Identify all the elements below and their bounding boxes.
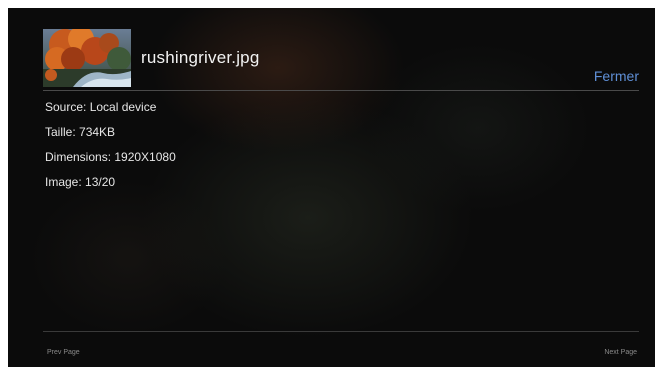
header-divider xyxy=(43,90,639,91)
image-thumbnail xyxy=(43,29,131,87)
file-name-title: rushingriver.jpg xyxy=(141,48,260,67)
close-button[interactable]: Fermer xyxy=(594,68,639,84)
source-info: Source: Local device xyxy=(45,100,157,114)
image-index-info: Image: 13/20 xyxy=(45,175,116,189)
size-info: Taille: 734KB xyxy=(45,125,116,139)
info-screen: rushingriver.jpg Fermer Source: Local de… xyxy=(8,8,655,367)
footer-divider xyxy=(43,331,639,332)
prev-page-button[interactable]: Prev Page xyxy=(47,349,80,356)
dimensions-info: Dimensions: 1920X1080 xyxy=(45,150,176,164)
next-page-button[interactable]: Next Page xyxy=(604,349,637,356)
file-info-list: Source: Local device Taille: 734KB Dimen… xyxy=(45,100,176,200)
